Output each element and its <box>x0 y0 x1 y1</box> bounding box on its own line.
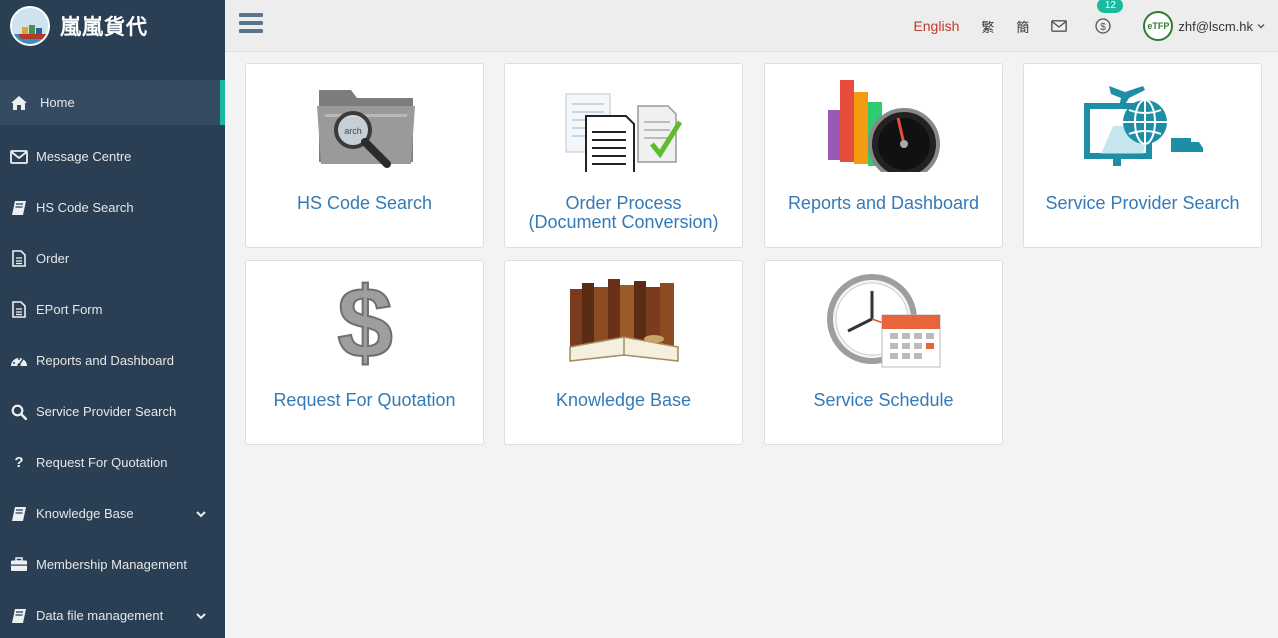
sidebar: 嵐嵐貨代 Home Message Centre HS Code Search … <box>0 0 225 638</box>
sidebar-item-message-centre[interactable]: Message Centre <box>0 131 225 182</box>
language-english-link[interactable]: English <box>913 18 959 34</box>
sidebar-item-knowledge-base[interactable]: Knowledge Base <box>0 488 225 539</box>
envelope-icon <box>10 148 28 166</box>
sidebar-item-label: Request For Quotation <box>36 455 168 470</box>
sidebar-item-label: Knowledge Base <box>36 506 134 521</box>
user-email: zhf@lscm.hk <box>1178 18 1253 34</box>
top-navbar: English 繁 簡 $ 12 eTFP zhf@lscm.hk <box>225 0 1278 52</box>
chevron-down-icon <box>1256 21 1266 31</box>
book-icon <box>10 607 28 625</box>
menu-toggle-icon[interactable] <box>239 13 263 33</box>
top-nav-right: English 繁 簡 $ 12 eTFP zhf@lscm.hk <box>913 0 1278 52</box>
dashboard-main: arch HS Code Search Order Process (Docum… <box>225 53 1278 638</box>
sidebar-item-hs-code-search[interactable]: HS Code Search <box>0 182 225 233</box>
sidebar-item-label: Order <box>36 251 70 266</box>
dollar-circle-icon: $ <box>1095 18 1112 34</box>
sidebar-item-label: Home <box>40 95 75 110</box>
card-label: Reports and Dashboard <box>787 193 980 213</box>
quotation-notification[interactable]: $ 12 <box>1095 0 1124 34</box>
card-label: Knowledge Base <box>555 390 692 410</box>
sidebar-item-membership-management[interactable]: Membership Management <box>0 539 225 590</box>
global-logistics-icon <box>1083 72 1203 172</box>
user-profile-dropdown[interactable]: eTFP zhf@lscm.hk <box>1143 11 1266 41</box>
brand-logo <box>10 6 50 46</box>
question-icon: ? <box>14 454 24 471</box>
sidebar-item-label: EPort Form <box>36 302 103 317</box>
svg-text:$: $ <box>337 269 393 369</box>
brand-title: 嵐嵐貨代 <box>60 15 148 39</box>
briefcase-icon <box>10 556 28 574</box>
dollar-sign-icon: $ <box>305 266 425 380</box>
sidebar-item-order[interactable]: Order <box>0 233 225 284</box>
documents-check-icon <box>564 72 684 177</box>
sidebar-item-request-for-quotation[interactable]: ? Request For Quotation <box>0 437 225 488</box>
clock-calendar-icon <box>824 269 944 369</box>
sidebar-item-data-file-management[interactable]: Data file management <box>0 590 225 638</box>
document-icon <box>10 250 28 268</box>
card-label: Request For Quotation <box>273 390 456 410</box>
svg-text:arch: arch <box>344 126 362 136</box>
language-traditional-chinese-link[interactable]: 繁 <box>981 17 994 36</box>
sidebar-item-label: Reports and Dashboard <box>36 353 175 368</box>
card-knowledge-base[interactable]: Knowledge Base <box>504 260 743 445</box>
card-request-for-quotation[interactable]: $ Request For Quotation <box>245 260 484 445</box>
card-hs-code-search[interactable]: arch HS Code Search <box>245 63 484 248</box>
search-folder-icon: arch <box>305 72 425 172</box>
card-label: Order Process (Document Conversion) <box>505 194 742 232</box>
card-service-provider-search[interactable]: Service Provider Search <box>1023 63 1262 248</box>
sidebar-item-eport-form[interactable]: EPort Form <box>0 284 225 335</box>
svg-text:$: $ <box>1101 22 1107 33</box>
sidebar-item-home[interactable]: Home <box>0 80 225 125</box>
card-label: HS Code Search <box>296 193 433 213</box>
card-label-line1: Order Process <box>565 193 682 213</box>
sidebar-item-label: Data file management <box>36 608 164 623</box>
sidebar-item-label: Membership Management <box>36 557 188 572</box>
sidebar-item-label: Service Provider Search <box>36 404 177 419</box>
card-label-line2: (Document Conversion) <box>528 212 719 232</box>
brand[interactable]: 嵐嵐貨代 <box>0 0 225 52</box>
notification-badge: 12 <box>1097 0 1124 13</box>
document-icon <box>10 301 28 319</box>
sidebar-item-label: Message Centre <box>36 149 132 164</box>
card-reports-dashboard[interactable]: Reports and Dashboard <box>764 63 1003 248</box>
home-icon <box>10 94 28 112</box>
sidebar-item-service-provider-search[interactable]: Service Provider Search <box>0 386 225 437</box>
language-simplified-chinese-link[interactable]: 簡 <box>1016 17 1029 36</box>
card-label: Service Provider Search <box>1045 193 1240 213</box>
sidebar-item-reports-dashboard[interactable]: Reports and Dashboard <box>0 335 225 386</box>
envelope-icon[interactable] <box>1051 20 1068 32</box>
book-icon <box>10 505 28 523</box>
dashboard-icon <box>10 352 28 370</box>
chevron-down-icon[interactable] <box>195 508 207 523</box>
sidebar-item-label: HS Code Search <box>36 200 134 215</box>
card-order-process[interactable]: Order Process (Document Conversion) <box>504 63 743 248</box>
avatar: eTFP <box>1143 11 1174 41</box>
card-service-schedule[interactable]: Service Schedule <box>764 260 1003 445</box>
card-label: Service Schedule <box>813 390 954 410</box>
chart-gauge-icon <box>824 72 944 180</box>
sidebar-menu: Home Message Centre HS Code Search Order… <box>0 80 225 638</box>
chevron-down-icon[interactable] <box>195 610 207 625</box>
book-icon <box>10 199 28 217</box>
search-icon <box>10 403 28 421</box>
books-icon <box>564 269 684 369</box>
